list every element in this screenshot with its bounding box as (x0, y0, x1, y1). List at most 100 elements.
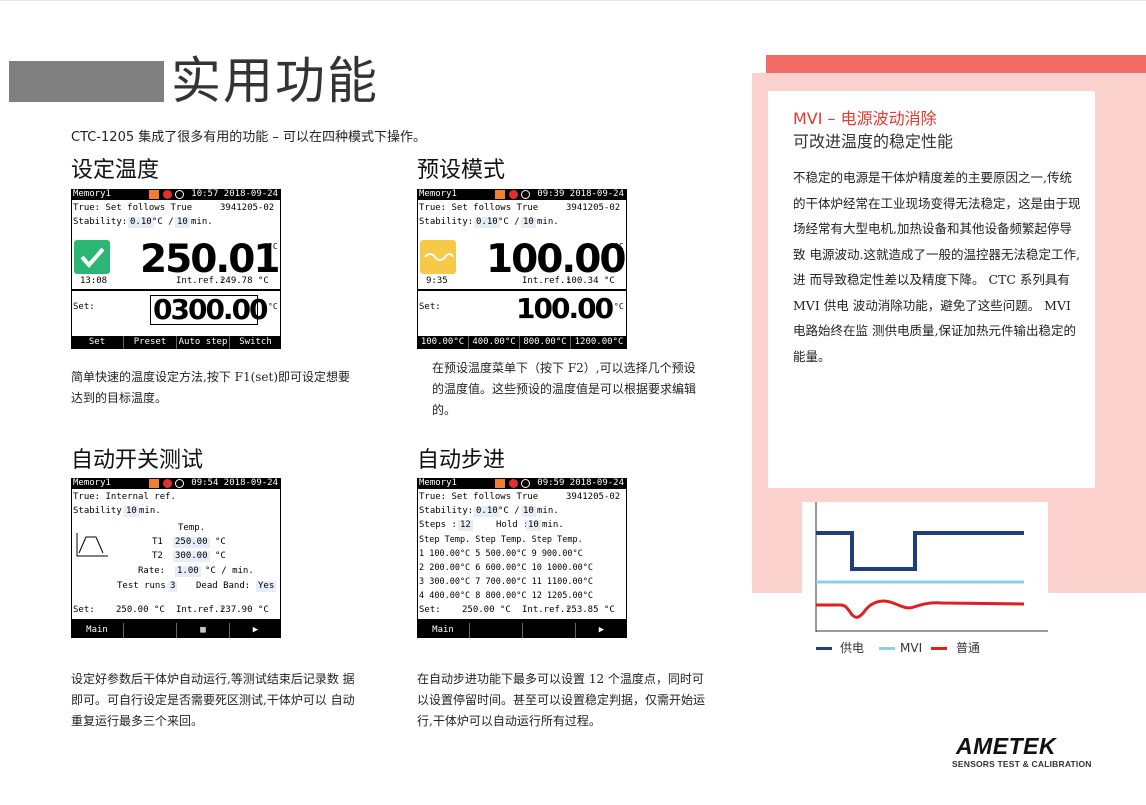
hold-label: Hold : (496, 520, 529, 530)
heater-icon (149, 479, 159, 488)
status-bar: Memory1 10:57 2018-09-24 (71, 189, 281, 200)
desc-auto-switch: 设定好参数后干体炉自动运行,等测试结束后记录数 据 即可。可自行设定是否需要死区… (71, 669, 355, 732)
stability-value[interactable]: 0.10 (474, 217, 500, 228)
section-title-set-temp: 设定温度 (71, 158, 160, 183)
fkey-grid-icon[interactable]: ▦ (176, 623, 229, 638)
function-key-bar: 100.00°C 400.00°C 800.00°C 1200.00°C (417, 336, 627, 349)
t2-value[interactable]: 300.00 (173, 551, 210, 562)
unstable-wave-icon (420, 240, 456, 274)
function-key-bar: Main ▶ (417, 623, 627, 638)
fkey-preset-3[interactable]: 800.00°C (519, 336, 570, 349)
step-row[interactable]: 4 400.00°C 8 800.00°C 12 1205.00°C (419, 591, 593, 602)
steps-value[interactable]: 12 (458, 520, 473, 531)
fkey-switch[interactable]: Switch (229, 336, 281, 349)
stability-minutes[interactable]: 10 (521, 506, 536, 517)
fkey-blank-2[interactable] (522, 623, 575, 638)
stability-minutes-unit: min. (139, 506, 161, 516)
desc-line: 的。 (432, 403, 457, 417)
hold-value[interactable]: 10 (526, 520, 541, 531)
desc-line: 的温度值。这些预设的温度值是可以根据要求编辑 (432, 382, 697, 396)
fkey-preset-2[interactable]: 400.00°C (468, 336, 519, 349)
test-runs-value[interactable]: 3 (168, 581, 178, 592)
fkey-preset-4[interactable]: 1200.00°C (570, 336, 627, 349)
reading-unit: °C (268, 242, 278, 251)
header-accent-bar (9, 61, 164, 102)
fkey-preset-1[interactable]: 100.00°C (417, 336, 468, 349)
reading-unit: °C (614, 242, 624, 251)
t1-value[interactable]: 250.00 (173, 537, 210, 548)
datetime: 09:39 2018-09-24 (537, 189, 624, 199)
stability-minutes[interactable]: 10 (521, 217, 536, 228)
fkey-set[interactable]: Set (71, 336, 123, 349)
clock-readout: 13:08 (80, 276, 108, 286)
desc-preset: 在预设温度菜单下（按下 F2）,可以选择几个预设 的温度值。这些预设的温度值是可… (432, 358, 696, 421)
intref-value: 237.90 °C (220, 605, 269, 615)
hold-unit: min. (542, 520, 564, 530)
screen-body: True: Set follows True 3941205-02 Stabil… (418, 200, 626, 336)
panel-top-bar (766, 55, 1146, 73)
fkey-main[interactable]: Main (71, 623, 123, 638)
series-normal-line (816, 599, 1025, 619)
desc-line: 行,干体炉可以自动运行所有过程。 (417, 714, 601, 728)
switch-profile-icon (76, 533, 108, 557)
stability-minutes-unit: min. (537, 506, 559, 516)
stability-minutes[interactable]: 10 (124, 506, 139, 517)
screen-body: True: Internal ref. Stability: 10 min. T… (72, 489, 280, 619)
function-key-bar: Set Preset Auto step Switch (71, 336, 281, 349)
step-row[interactable]: 3 300.00°C 7 700.00°C 11 1100.00°C (419, 577, 593, 588)
device-screen-auto-step: Memory1 09:59 2018-09-24 True: Set follo… (417, 478, 627, 638)
desc-line: 达到的目标温度。 (71, 391, 168, 405)
stability-value[interactable]: 0.10 (474, 506, 500, 517)
stability-minutes[interactable]: 10 (175, 217, 190, 228)
intref-label: Int.ref.: (522, 276, 571, 286)
clock-icon (175, 479, 184, 488)
desc-line: 设定好参数后干体炉自动运行,等测试结束后记录数 据 (71, 672, 355, 686)
fkey-auto-step[interactable]: Auto step (176, 336, 229, 349)
desc-line: 在自动步进功能下最多可以设置 12 个温度点，同时可 (417, 672, 704, 686)
legend-swatch-mvi (879, 647, 895, 650)
stability-unit: °C / (498, 217, 520, 227)
step-row[interactable]: 1 100.00°C 5 500.00°C 9 900.00°C (419, 549, 583, 560)
device-screen-set-temp: Memory1 10:57 2018-09-24 True: Set follo… (71, 189, 281, 349)
stability-unit: °C / (498, 506, 520, 516)
fkey-blank[interactable] (469, 623, 522, 638)
desc-auto-step: 在自动步进功能下最多可以设置 12 个温度点，同时可 以设置停留时间。甚至可以设… (417, 669, 705, 732)
intref-value: 100.34 °C (566, 276, 615, 286)
set-value-input[interactable]: 0300.00 (150, 294, 269, 326)
desc-line: 在预设温度菜单下（按下 F2）,可以选择几个预设 (432, 361, 696, 375)
steps-label: Steps : (419, 520, 457, 530)
desc-line: 重复运行最多三个来回。 (71, 714, 204, 728)
set-value-text: 100.00 (516, 292, 614, 325)
legend-label-supply: 供电 (840, 641, 865, 655)
status-bar: Memory1 09:54 2018-09-24 (71, 478, 281, 489)
dead-band-value[interactable]: Yes (256, 581, 277, 592)
step-row[interactable]: 2 200.00°C 6 600.00°C 10 1000.00°C (419, 563, 593, 574)
stability-label: Stability: (73, 217, 128, 227)
intref-value: 249.78 °C (220, 276, 269, 286)
stability-minutes-unit: min. (537, 217, 559, 227)
clock-readout: 9:35 (426, 276, 448, 286)
stability-value[interactable]: 0.10 (128, 217, 154, 228)
legend-label-normal: 普通 (956, 641, 981, 655)
datetime: 10:57 2018-09-24 (191, 189, 278, 199)
intref-label: Int.ref.: (176, 276, 225, 286)
clock-icon (521, 479, 530, 488)
screen-body: True: Set follows True 3941205-02 Stabil… (72, 200, 280, 336)
t1-unit: °C (215, 537, 226, 547)
fkey-blank[interactable] (123, 623, 176, 638)
fkey-main[interactable]: Main (417, 623, 469, 638)
stability-minutes-unit: min. (191, 217, 213, 227)
stability-label: Stability: (419, 506, 474, 516)
fkey-preset[interactable]: Preset (123, 336, 176, 349)
memory-label: Memory1 (419, 478, 457, 488)
step-table-header: Step Temp. Step Temp. Step Temp. (419, 535, 583, 545)
rate-value[interactable]: 1.00 (175, 566, 201, 577)
true-line: True: Set follows True (419, 492, 539, 502)
fkey-play-icon[interactable]: ▶ (575, 623, 627, 638)
mvi-body: 不稳定的电源是干体炉精度差的主要原因之一,传统 的干体炉经常在工业现场变得无法稳… (793, 170, 1081, 364)
fkey-play-icon[interactable]: ▶ (229, 623, 281, 638)
set-label: Set: (419, 302, 441, 312)
device-screen-auto-switch: Memory1 09:54 2018-09-24 True: Internal … (71, 478, 281, 638)
desc-line: 以设置停留时间。甚至可以设置稳定判据，仅需开始运 (417, 693, 706, 707)
section-title-auto-switch: 自动开关测试 (71, 448, 204, 473)
